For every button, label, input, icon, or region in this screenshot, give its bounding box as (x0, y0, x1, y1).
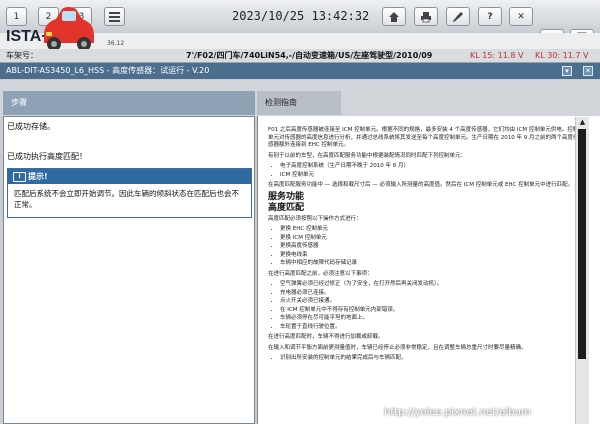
list-item: 车辆中相应的故障代码存储记录 (280, 260, 581, 268)
hint-text: 匹配后系统不会立即开始调节。因此车辆的倾斜状态在匹配后也会不正常。 (14, 189, 239, 209)
watermark-text: http://yolee.pixnet.net/album (384, 407, 531, 418)
list-item: 识别出所安装的控制单元的结果完成后与车辆匹配。 (280, 355, 581, 363)
doc-list-final: 识别出所安装的控制单元的结果完成后与车辆匹配。 (268, 355, 581, 363)
print-button[interactable] (414, 7, 438, 26)
doc-list-precautions: 空气弹簧必须已经过修正（为了安全，在打开然后再关闭发动机）。 充电器必须已连接。… (268, 281, 581, 331)
app-version: 36.12 (107, 40, 125, 47)
tab-steps[interactable]: 步骤 (3, 91, 255, 115)
hint-header: i 提示! (8, 169, 251, 184)
datetime-display: 2023/10/25 13:42:32 (232, 9, 370, 23)
tab-test-guide-label: 检测指南 (265, 98, 297, 107)
doc-paragraph: 在进行高度匹配之前，必须注意以下事项： (268, 270, 373, 277)
wrench-icon (453, 12, 463, 22)
list-item: 空气弹簧必须已经过修正（为了安全，在打开然后再关闭发动机）。 (280, 281, 581, 289)
vehicle-info-bar: 车架号： 7'/F02/四门车/740LiN54,-/自动变速箱/US/左座驾驶… (0, 49, 600, 63)
window-title: ABL-DIT-AS3450_L6_HSS - 高度传感器：试运行 - V.20 (6, 66, 210, 75)
hint-box: i 提示! 匹配后系统不会立即开始调节。因此车辆的倾斜状态在匹配后也会不正常。 (7, 168, 252, 218)
grid-icon (109, 12, 120, 22)
status-message-stored: 已成功存储。 (7, 122, 55, 131)
doc-paragraph: F01 之后高度传感器被连接至 ICM 控制单元。根据不同的规格，最多安装 4 … (268, 127, 579, 148)
home-button[interactable] (382, 7, 406, 26)
wrench-button[interactable] (446, 7, 470, 26)
list-item: 点火开关必须已接通。 (280, 298, 581, 306)
scrollbar-thumb[interactable] (578, 129, 586, 359)
close-icon: ✕ (585, 67, 591, 75)
doc-paragraph: 有别于以前的车型，在高度匹配服务功能中根据装配情况同时匹配下列控制单元： (268, 152, 467, 159)
car-sticker-icon (44, 7, 94, 51)
tab-test-guide[interactable]: 检测指南 (257, 91, 341, 115)
list-item: 更换高度传感器 (280, 243, 581, 251)
page-button-1[interactable]: 1 (6, 7, 27, 26)
close-icon: ✕ (517, 12, 525, 22)
doc-list-conditions: 更换 EHC 控制单元 更换 ICM 控制单元 更换高度传感器 更换电线束 车辆… (268, 226, 581, 268)
test-guide-document: F01 之后高度传感器被连接至 ICM 控制单元。根据不同的规格，最多安装 4 … (268, 127, 581, 366)
hint-icon: i (13, 172, 26, 182)
list-item: 车轮置于直线行驶位置。 (280, 324, 581, 332)
doc-paragraph: 在进行高度匹配时，车辆不得进行加载或卸载。 (268, 334, 384, 340)
print-icon (421, 12, 431, 23)
doc-heading-service-function: 服务功能 (268, 191, 305, 202)
kl30-voltage: KL 30: 11.7 V (535, 51, 589, 60)
doc-scrollbar[interactable]: ▲ (575, 117, 589, 424)
hint-title: 提示! (28, 172, 48, 181)
home-icon (389, 12, 399, 22)
tab-steps-label: 步骤 (11, 98, 27, 107)
window-close-button[interactable]: ✕ (583, 66, 593, 76)
list-item: 充电器必须已连接。 (280, 290, 581, 298)
test-guide-panel: F01 之后高度传感器被连接至 ICM 控制单元。根据不同的规格，最多安装 4 … (257, 116, 600, 424)
chevron-down-icon: ▾ (565, 67, 569, 75)
list-item: 更换 ICM 控制单元 (280, 235, 581, 243)
close-button[interactable]: ✕ (509, 7, 533, 26)
vin-label: 车架号： (6, 51, 38, 60)
doc-paragraph: 高度匹配必须按照以下操作方式进行： (268, 215, 362, 222)
doc-list-control-units: 电子高度控制系统（生产日期不晚于 2010 年 8 月） ICM 控制单元 (268, 163, 581, 179)
list-item: 更换 EHC 控制单元 (280, 226, 581, 234)
doc-paragraph: 在高度匹配服务功能中 — 选择和载尺寸后 — 必须输入所测量的高度值。然后在 I… (268, 182, 574, 188)
list-item: 在 ICM 控制单元中不得存有控制单元内部错误。 (280, 307, 581, 315)
vehicle-description: 7'/F02/四门车/740LiN54,-/自动变速箱/US/左座驾驶型/201… (186, 51, 433, 60)
list-item: 更换电线束 (280, 252, 581, 260)
list-item: 电子高度控制系统（生产日期不晚于 2010 年 8 月） (280, 163, 581, 171)
kl15-voltage: KL 15: 11.8 V (470, 51, 524, 60)
doc-heading-height-matching: 高度匹配 (268, 203, 305, 213)
window-dropdown-button[interactable]: ▾ (562, 66, 572, 76)
list-item: 车辆必须停在尽可能平坦的地面上。 (280, 315, 581, 323)
window-title-bar: ABL-DIT-AS3450_L6_HSS - 高度传感器：试运行 - V.20… (0, 63, 600, 79)
help-icon: ? (487, 12, 493, 22)
grid-menu-button[interactable] (104, 7, 125, 26)
scroll-up-arrow-icon[interactable]: ▲ (576, 117, 589, 128)
status-message-matched: 已成功执行高度匹配！ (7, 152, 87, 161)
steps-panel: 已成功存储。 已成功执行高度匹配！ i 提示! 匹配后系统不会立即开始调节。因此… (3, 116, 255, 424)
list-item: ICM 控制单元 (280, 172, 581, 180)
help-button[interactable]: ? (478, 7, 502, 26)
doc-paragraph: 在输入和调节平衡方面前更测量值时，车辆已经停止必须非常稳定，且在调整车辆总重尺寸… (268, 344, 527, 351)
